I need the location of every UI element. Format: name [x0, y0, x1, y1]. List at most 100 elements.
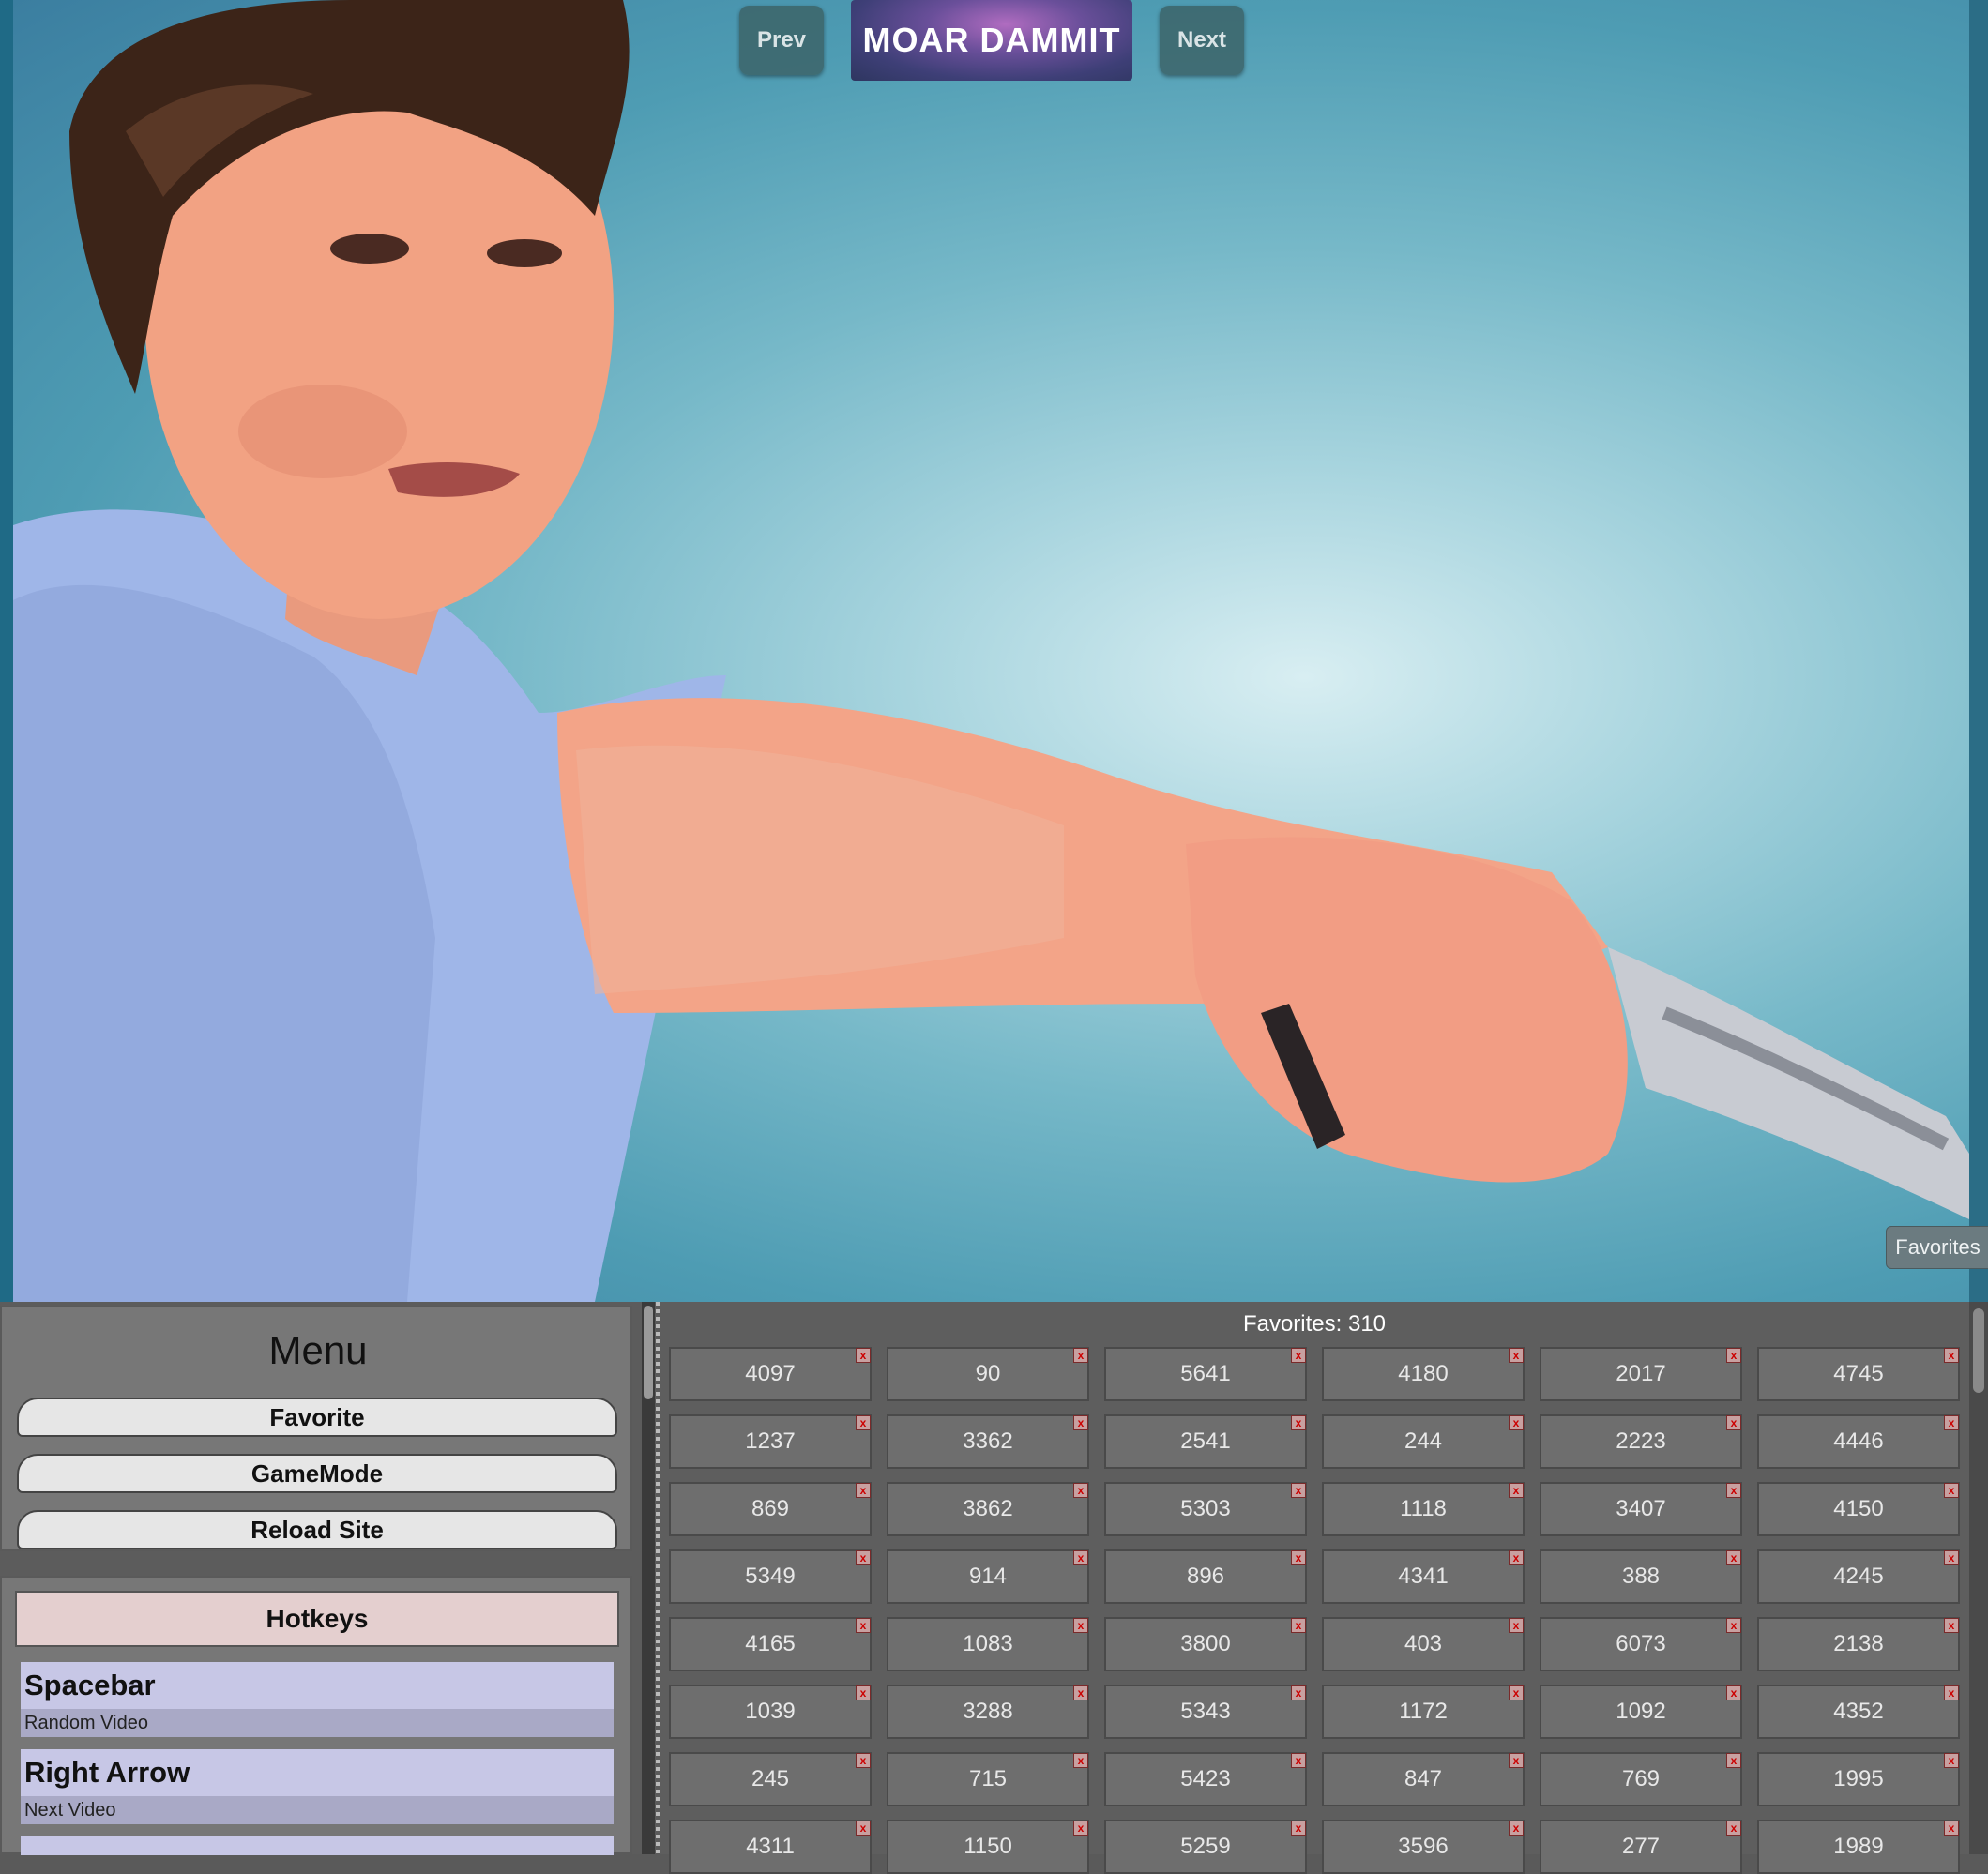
favorite-tile[interactable]: 1083 x	[887, 1617, 1089, 1671]
favorite-tile[interactable]: 2017 x	[1540, 1347, 1742, 1401]
remove-favorite-icon[interactable]: x	[1073, 1550, 1088, 1565]
favorite-tile[interactable]: 277 x	[1540, 1820, 1742, 1874]
favorite-tile[interactable]: 3800 x	[1104, 1617, 1307, 1671]
remove-favorite-icon[interactable]: x	[1944, 1685, 1959, 1700]
remove-favorite-icon[interactable]: x	[1509, 1821, 1524, 1836]
gamemode-button[interactable]: GameMode	[17, 1454, 617, 1493]
favorite-tile[interactable]: 245 x	[669, 1752, 872, 1806]
favorite-tile[interactable]: 1150 x	[887, 1820, 1089, 1874]
favorite-tile[interactable]: 4180 x	[1322, 1347, 1525, 1401]
favorite-tile[interactable]: 715 x	[887, 1752, 1089, 1806]
remove-favorite-icon[interactable]: x	[1944, 1348, 1959, 1363]
remove-favorite-icon[interactable]: x	[1726, 1348, 1741, 1363]
favorite-tile[interactable]: 5349 x	[669, 1549, 872, 1604]
remove-favorite-icon[interactable]: x	[856, 1685, 871, 1700]
remove-favorite-icon[interactable]: x	[856, 1415, 871, 1430]
favorite-tile[interactable]: 896 x	[1104, 1549, 1307, 1604]
favorite-tile[interactable]: 5423 x	[1104, 1752, 1307, 1806]
favorite-tile[interactable]: 5259 x	[1104, 1820, 1307, 1874]
remove-favorite-icon[interactable]: x	[1291, 1483, 1306, 1498]
favorite-tile[interactable]: 388 x	[1540, 1549, 1742, 1604]
remove-favorite-icon[interactable]: x	[856, 1550, 871, 1565]
remove-favorite-icon[interactable]: x	[1944, 1821, 1959, 1836]
favorite-tile[interactable]: 1237 x	[669, 1414, 872, 1469]
favorite-tile[interactable]: 1039 x	[669, 1685, 872, 1739]
remove-favorite-icon[interactable]: x	[1509, 1753, 1524, 1768]
remove-favorite-icon[interactable]: x	[1291, 1618, 1306, 1633]
favorite-tile[interactable]: 914 x	[887, 1549, 1089, 1604]
remove-favorite-icon[interactable]: x	[1726, 1821, 1741, 1836]
favorite-tile[interactable]: 769 x	[1540, 1752, 1742, 1806]
moar-dammit-button[interactable]: MOAR DAMMIT	[851, 0, 1132, 81]
favorite-tile[interactable]: 1989 x	[1757, 1820, 1960, 1874]
remove-favorite-icon[interactable]: x	[856, 1753, 871, 1768]
favorite-tile[interactable]: 4745 x	[1757, 1347, 1960, 1401]
favorite-tile[interactable]: 5343 x	[1104, 1685, 1307, 1739]
next-button[interactable]: Next	[1160, 6, 1244, 75]
remove-favorite-icon[interactable]: x	[1291, 1753, 1306, 1768]
favorite-tile[interactable]: 4311 x	[669, 1820, 872, 1874]
favorite-tile[interactable]: 4245 x	[1757, 1549, 1960, 1604]
reload-site-button[interactable]: Reload Site	[17, 1510, 617, 1549]
favorites-scrollbar-thumb[interactable]	[1973, 1308, 1984, 1393]
prev-button[interactable]: Prev	[739, 6, 824, 75]
favorites-toggle-tab[interactable]: Favorites	[1886, 1226, 1988, 1269]
remove-favorite-icon[interactable]: x	[1726, 1550, 1741, 1565]
favorite-tile[interactable]: 3596 x	[1322, 1820, 1525, 1874]
favorite-tile[interactable]: 4352 x	[1757, 1685, 1960, 1739]
favorite-button[interactable]: Favorite	[17, 1398, 617, 1437]
remove-favorite-icon[interactable]: x	[856, 1821, 871, 1836]
remove-favorite-icon[interactable]: x	[1291, 1348, 1306, 1363]
remove-favorite-icon[interactable]: x	[1509, 1483, 1524, 1498]
remove-favorite-icon[interactable]: x	[1726, 1753, 1741, 1768]
favorite-tile[interactable]: 1172 x	[1322, 1685, 1525, 1739]
favorite-tile[interactable]: 3288 x	[887, 1685, 1089, 1739]
remove-favorite-icon[interactable]: x	[1073, 1415, 1088, 1430]
remove-favorite-icon[interactable]: x	[1509, 1348, 1524, 1363]
remove-favorite-icon[interactable]: x	[1726, 1483, 1741, 1498]
remove-favorite-icon[interactable]: x	[1944, 1415, 1959, 1430]
favorite-tile[interactable]: 4446 x	[1757, 1414, 1960, 1469]
favorite-tile[interactable]: 4150 x	[1757, 1482, 1960, 1536]
remove-favorite-icon[interactable]: x	[1726, 1685, 1741, 1700]
favorite-tile[interactable]: 3407 x	[1540, 1482, 1742, 1536]
video-player[interactable]	[13, 0, 1969, 1302]
remove-favorite-icon[interactable]: x	[1073, 1618, 1088, 1633]
favorite-tile[interactable]: 2541 x	[1104, 1414, 1307, 1469]
favorite-tile[interactable]: 5303 x	[1104, 1482, 1307, 1536]
favorite-tile[interactable]: 2223 x	[1540, 1414, 1742, 1469]
remove-favorite-icon[interactable]: x	[1073, 1753, 1088, 1768]
remove-favorite-icon[interactable]: x	[856, 1618, 871, 1633]
left-scrollbar-thumb[interactable]	[644, 1306, 653, 1399]
remove-favorite-icon[interactable]: x	[1073, 1348, 1088, 1363]
remove-favorite-icon[interactable]: x	[1509, 1415, 1524, 1430]
remove-favorite-icon[interactable]: x	[1509, 1550, 1524, 1565]
remove-favorite-icon[interactable]: x	[1944, 1753, 1959, 1768]
remove-favorite-icon[interactable]: x	[856, 1483, 871, 1498]
favorite-tile[interactable]: 1995 x	[1757, 1752, 1960, 1806]
remove-favorite-icon[interactable]: x	[1944, 1618, 1959, 1633]
remove-favorite-icon[interactable]: x	[1509, 1618, 1524, 1633]
favorite-tile[interactable]: 3862 x	[887, 1482, 1089, 1536]
favorite-tile[interactable]: 4165 x	[669, 1617, 872, 1671]
remove-favorite-icon[interactable]: x	[1073, 1685, 1088, 1700]
favorite-tile[interactable]: 869 x	[669, 1482, 872, 1536]
remove-favorite-icon[interactable]: x	[1509, 1685, 1524, 1700]
remove-favorite-icon[interactable]: x	[1291, 1550, 1306, 1565]
remove-favorite-icon[interactable]: x	[1726, 1618, 1741, 1633]
favorite-tile[interactable]: 4341 x	[1322, 1549, 1525, 1604]
favorite-tile[interactable]: 2138 x	[1757, 1617, 1960, 1671]
remove-favorite-icon[interactable]: x	[1726, 1415, 1741, 1430]
favorite-tile[interactable]: 3362 x	[887, 1414, 1089, 1469]
favorite-tile[interactable]: 244 x	[1322, 1414, 1525, 1469]
favorite-tile[interactable]: 4097 x	[669, 1347, 872, 1401]
favorite-tile[interactable]: 90 x	[887, 1347, 1089, 1401]
favorite-tile[interactable]: 1092 x	[1540, 1685, 1742, 1739]
remove-favorite-icon[interactable]: x	[1291, 1415, 1306, 1430]
favorite-tile[interactable]: 403 x	[1322, 1617, 1525, 1671]
remove-favorite-icon[interactable]: x	[1944, 1550, 1959, 1565]
remove-favorite-icon[interactable]: x	[1073, 1483, 1088, 1498]
favorite-tile[interactable]: 5641 x	[1104, 1347, 1307, 1401]
remove-favorite-icon[interactable]: x	[1291, 1685, 1306, 1700]
remove-favorite-icon[interactable]: x	[1073, 1821, 1088, 1836]
